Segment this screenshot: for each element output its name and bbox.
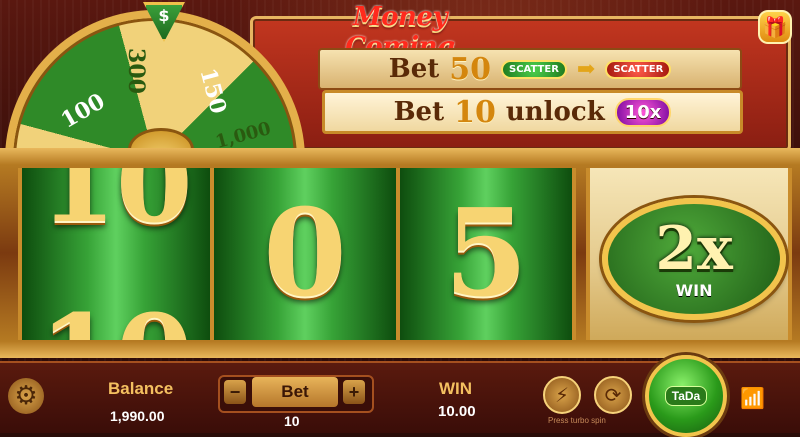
reel-1: 10 10 [18,168,214,340]
arrow-right-icon: ➡ [576,56,596,82]
turbo-hint: Press turbo spin [548,416,606,425]
scatter-badge-green: SCATTER [501,59,567,79]
prize-wheel: 100 300 150 1,000 $ [5,0,315,155]
bet-decrease-button[interactable]: − [224,380,246,404]
multiplier-win-label: WIN [675,280,713,300]
lightning-icon: ⚡ [554,383,570,407]
gift-icon[interactable]: 🎁 [758,10,792,44]
reel2-center-symbol: 0 [263,183,347,324]
win-label: WIN [439,379,473,398]
reel3-center-symbol: 5 [444,183,528,324]
banner1-bet-amount: 50 [449,51,491,87]
multiplier-reel: 2x WIN [586,168,792,340]
multiplier-value: 2x [655,213,733,284]
reel1-top-symbol: 10 [39,168,193,247]
scatter-badge-red: SCATTER [605,59,672,79]
scatter-upgrade-banner: Bet 50 SCATTER ➡ SCATTER [318,48,742,90]
turbo-button[interactable]: ⚡ [543,376,581,414]
balance-value: 1,990.00 [110,408,165,424]
spin-button-label: TaDa [664,386,708,406]
multiplier-badge: 2x WIN [602,198,786,320]
unlock-banner: Bet 10 unlock 10x [322,90,743,134]
autoplay-button[interactable]: ⟳ [594,376,632,414]
banner2-bet-word: Bet [393,97,445,127]
gear-icon[interactable]: ⚙ [8,378,44,414]
bet-label[interactable]: Bet [252,377,338,407]
game-title: Money Coming [345,2,455,62]
banner1-bet-word: Bet [388,54,440,84]
win-value: 10.00 [438,403,476,420]
banner2-unlock-word: unlock [505,97,605,127]
wifi-icon: 📶 [740,386,765,410]
balance-label: Balance [108,379,174,398]
banner2-bet-amount: 10 [454,94,496,130]
reel1-bottom-symbol: 10 [39,300,192,341]
reel-2: 0 [210,168,400,340]
spin-button[interactable]: TaDa [645,355,727,437]
multiplier-10x-badge: 10x [614,97,672,127]
wheel-label-300: 300 [122,48,149,94]
reel-3: 5 [396,168,576,340]
autoplay-icon: ⟳ [604,383,622,407]
bet-increase-button[interactable]: + [343,380,365,404]
bet-value: 10 [284,413,300,429]
